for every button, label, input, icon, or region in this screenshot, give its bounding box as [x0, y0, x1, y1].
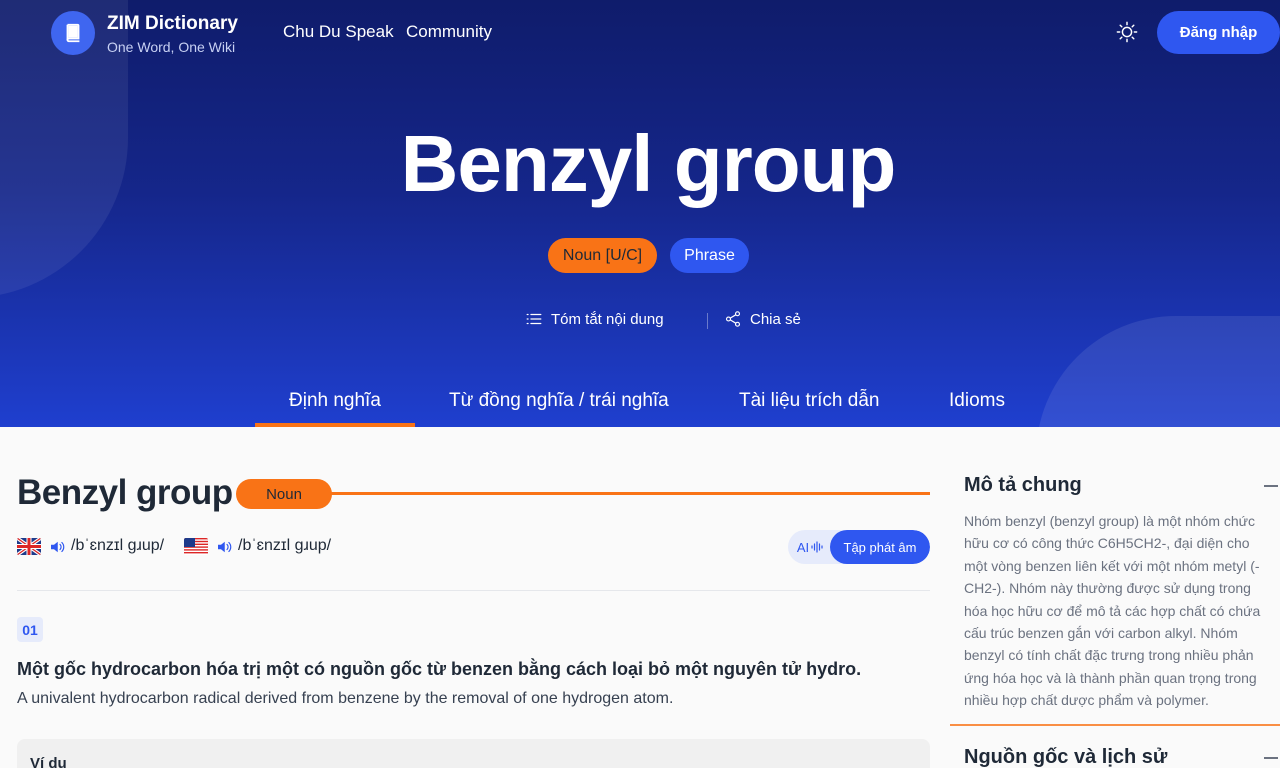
pronunciation-practice-toggle: AI Tập phát âm: [788, 530, 930, 564]
decor-shape-right: [1036, 316, 1280, 427]
share-button[interactable]: Chia sẻ: [724, 310, 801, 328]
pos-line: [320, 492, 930, 495]
brand-subtitle: One Word, One Wiki: [107, 39, 236, 55]
ai-label: AI: [796, 539, 810, 555]
list-icon: [526, 313, 542, 325]
section-divider: [17, 590, 930, 591]
tab-definition[interactable]: Định nghĩa: [289, 390, 381, 412]
entry-word-title: Benzyl group: [17, 473, 233, 512]
share-label: Chia sẻ: [750, 310, 801, 328]
ai-button[interactable]: AI: [788, 530, 832, 564]
sense-number: 01: [17, 617, 43, 642]
minus-icon[interactable]: [1264, 757, 1278, 759]
active-tab-indicator: [255, 423, 415, 427]
waveform-icon: [811, 541, 823, 553]
example-label: Ví dụ: [30, 755, 67, 768]
summary-label: Tóm tắt nội dung: [551, 310, 664, 328]
uk-flag-icon: [17, 538, 41, 555]
hero-word-title: Benzyl group: [400, 119, 897, 208]
definition-vietnamese: Một gốc hydrocarbon hóa trị một có nguồn…: [17, 659, 862, 679]
overview-text: Nhóm benzyl (benzyl group) là một nhóm c…: [964, 513, 1261, 709]
hero-banner: ZIM Dictionary One Word, One Wiki Chu Du…: [0, 0, 1280, 427]
us-flag-icon: [184, 538, 208, 555]
speaker-icon[interactable]: [48, 538, 66, 556]
pronunciation-us: /bˈɛnzɪl gɹup/: [238, 537, 332, 554]
brand-title[interactable]: ZIM Dictionary: [107, 13, 238, 35]
pronunciation-uk: /bˈɛnzɪl gɹup/: [71, 537, 165, 554]
sidebar-divider: [950, 724, 1280, 726]
pos-badge: Noun: [236, 479, 332, 509]
action-divider: [707, 313, 708, 329]
overview-title: Mô tả chung: [964, 474, 1082, 496]
tab-idioms[interactable]: Idioms: [949, 390, 1005, 412]
speaker-icon[interactable]: [215, 538, 233, 556]
sun-icon[interactable]: [1116, 21, 1138, 43]
tag-phrase: Phrase: [670, 238, 749, 273]
origin-title: Nguồn gốc và lịch sử: [964, 746, 1168, 768]
login-button[interactable]: Đăng nhập: [1157, 11, 1280, 54]
example-box: [17, 739, 930, 768]
tab-references[interactable]: Tài liệu trích dẫn: [739, 390, 879, 412]
minus-icon[interactable]: [1264, 485, 1278, 487]
book-icon: [66, 23, 80, 43]
share-icon: [725, 311, 741, 327]
logo[interactable]: [51, 11, 95, 55]
summary-button[interactable]: Tóm tắt nội dung: [525, 310, 664, 328]
nav-chu-du-speak[interactable]: Chu Du Speak: [283, 22, 394, 42]
definition-english: A univalent hydrocarbon radical derived …: [17, 690, 674, 707]
tag-noun: Noun [U/C]: [548, 238, 657, 273]
nav-community[interactable]: Community: [406, 22, 492, 42]
tab-synonyms[interactable]: Từ đồng nghĩa / trái nghĩa: [449, 390, 669, 412]
practice-pronunciation-button[interactable]: Tập phát âm: [830, 530, 930, 564]
